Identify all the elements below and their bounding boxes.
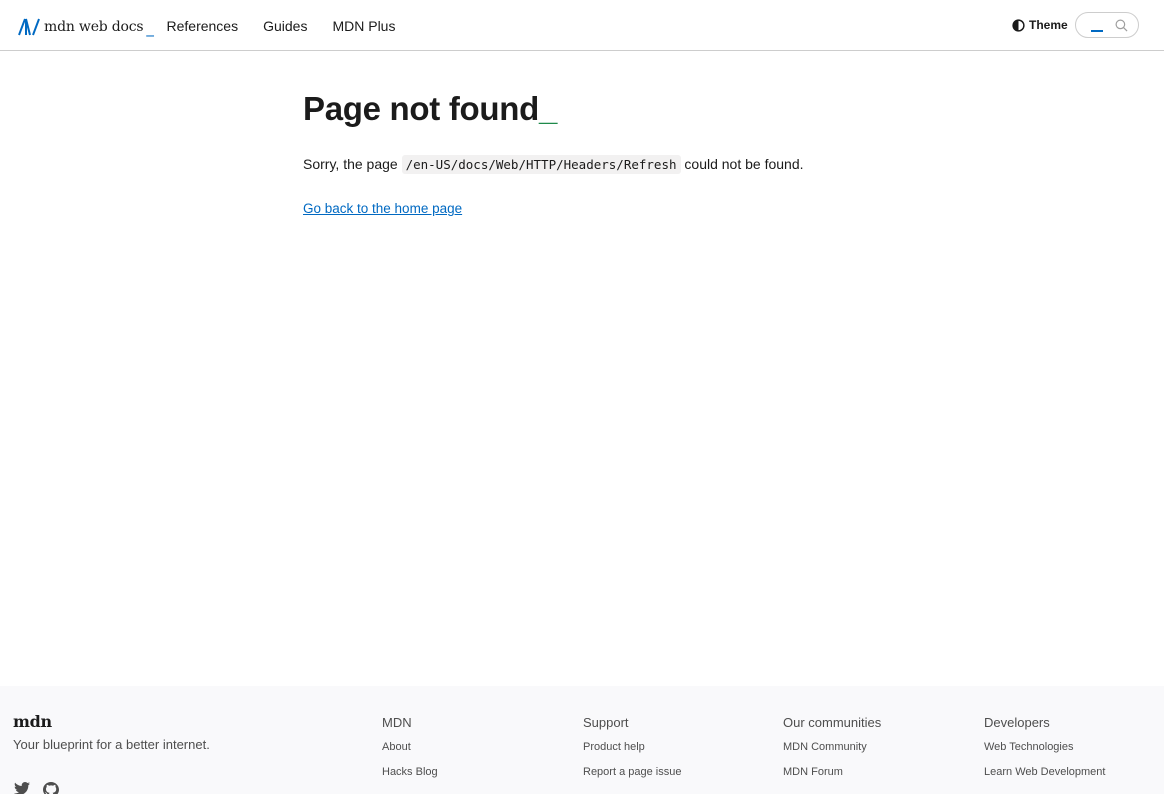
search-icon[interactable] bbox=[1115, 19, 1128, 32]
footer-link-about[interactable]: About bbox=[382, 740, 438, 755]
footer-link-web-technologies[interactable]: Web Technologies bbox=[984, 740, 1105, 755]
main-nav: References Guides MDN Plus bbox=[154, 0, 408, 51]
footer-col-heading: MDN bbox=[382, 715, 412, 730]
footer-col-heading: Support bbox=[583, 715, 629, 730]
search-input[interactable] bbox=[1075, 12, 1139, 38]
home-link[interactable]: Go back to the home page bbox=[303, 201, 462, 216]
mdn-logo-link[interactable]: mdn web docs _ bbox=[18, 16, 154, 38]
theme-button[interactable]: Theme bbox=[1012, 16, 1068, 34]
footer-logo[interactable]: mdn bbox=[13, 712, 52, 731]
nav-mdn-plus[interactable]: MDN Plus bbox=[320, 18, 408, 34]
search-text-cursor bbox=[1091, 30, 1103, 32]
footer-link-product-help[interactable]: Product help bbox=[583, 740, 681, 755]
nav-guides[interactable]: Guides bbox=[251, 18, 320, 34]
footer-col-communities: Our communities MDN Community MDN Forum bbox=[783, 715, 881, 790]
nav-references[interactable]: References bbox=[154, 18, 251, 34]
footer-link-report-issue[interactable]: Report a page issue bbox=[583, 765, 681, 780]
footer-col-heading: Developers bbox=[984, 715, 1050, 730]
contrast-icon bbox=[1012, 18, 1025, 32]
footer-tagline: Your blueprint for a better internet. bbox=[13, 737, 210, 752]
page-title: Page not found_ bbox=[303, 88, 1003, 130]
top-header: mdn web docs _ References Guides MDN Plu… bbox=[0, 0, 1164, 51]
message-before: Sorry, the page bbox=[303, 156, 402, 172]
footer-col-mdn: MDN About Hacks Blog bbox=[382, 715, 438, 790]
footer-col-support: Support Product help Report a page issue bbox=[583, 715, 681, 790]
site-footer: mdn Your blueprint for a better internet… bbox=[0, 686, 1164, 794]
footer-link-mdn-community[interactable]: MDN Community bbox=[783, 740, 881, 755]
logo-text: mdn web docs bbox=[44, 19, 144, 35]
logo-underscore: _ bbox=[146, 19, 154, 37]
footer-link-hacks-blog[interactable]: Hacks Blog bbox=[382, 765, 438, 780]
twitter-icon[interactable] bbox=[13, 781, 31, 794]
title-underscore: _ bbox=[538, 90, 557, 127]
message-after: could not be found. bbox=[680, 156, 804, 172]
main-content: Page not found_ Sorry, the page /en-US/d… bbox=[303, 88, 1003, 218]
missing-path: /en-US/docs/Web/HTTP/Headers/Refresh bbox=[401, 155, 681, 174]
not-found-message: Sorry, the page /en-US/docs/Web/HTTP/Hea… bbox=[303, 152, 1003, 177]
footer-link-learn-web-dev[interactable]: Learn Web Development bbox=[984, 765, 1105, 780]
footer-col-developers: Developers Web Technologies Learn Web De… bbox=[984, 715, 1105, 790]
theme-label: Theme bbox=[1029, 18, 1068, 32]
github-icon[interactable] bbox=[42, 781, 60, 794]
page-title-text: Page not found bbox=[303, 90, 539, 127]
footer-col-heading: Our communities bbox=[783, 715, 882, 730]
mdn-m-logo-icon bbox=[18, 18, 40, 36]
footer-link-mdn-forum[interactable]: MDN Forum bbox=[783, 765, 881, 780]
